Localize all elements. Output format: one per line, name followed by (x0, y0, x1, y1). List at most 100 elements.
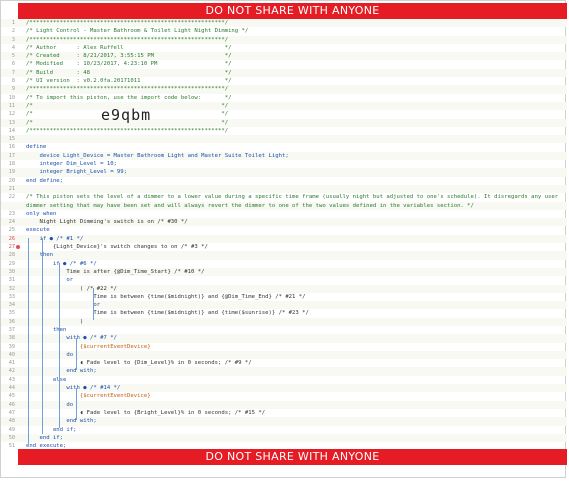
code-text: /***************************************… (26, 20, 229, 26)
code-line: 37 then (1, 326, 567, 334)
line-number: 11 (8, 102, 15, 109)
line-number: 30 (8, 268, 15, 275)
code-line: 38 with ● /* #7 */ (1, 334, 567, 343)
code-line: 28 then (1, 251, 567, 260)
code-line: 43 else (1, 376, 567, 384)
line-number: 41 (8, 360, 15, 367)
code-text: /* Modified : 10/23/2017, 4:23:10 PM */ (26, 61, 232, 68)
line-number: 46 (8, 401, 15, 408)
line-number: 24 (8, 219, 15, 226)
code-line: 25 execute (1, 226, 567, 234)
code-line: 12/* */ (1, 110, 567, 118)
code-text: /***************************************… (26, 36, 229, 43)
line-number: 2 (11, 28, 15, 35)
line-number: 47 (8, 409, 15, 416)
code-line: 33 Time is between {time($midnight)} and… (1, 293, 567, 301)
if-block-rail (42, 238, 43, 434)
line-number: 3 (11, 36, 15, 43)
line-number: 34 (8, 302, 15, 309)
code-text: /* UI version : v0.2.0fa.20171011 */ (26, 78, 232, 85)
code-line: 27 {Light_Device}'s switch changes to on… (1, 243, 567, 251)
execute-block-rail (28, 238, 29, 444)
code-text: /* This piston sets the level of a dimme… (26, 194, 559, 201)
warning-banner-top: DO NOT SHARE WITH ANYONE (18, 3, 567, 19)
code-text: Time is between {time($midnight)} and {t… (26, 310, 309, 317)
line-number: 4 (11, 44, 15, 51)
code-text: only when (26, 210, 57, 217)
line-number: 42 (8, 368, 15, 375)
line-number: 13 (8, 119, 15, 126)
code-text: or (26, 302, 101, 309)
code-text: end with; (26, 368, 97, 375)
code-line: 6 /* Modified : 10/23/2017, 4:23:10 PM */ (1, 60, 567, 68)
line-number: 44 (8, 385, 15, 392)
code-text: {$currentEventDevice} (26, 393, 151, 400)
code-text: {Light_Device}'s switch changes to on /*… (26, 244, 208, 251)
code-text: integer Dim_Level = 10; (26, 161, 117, 168)
code-line: 32 ( /* #22 */ (1, 284, 567, 293)
line-number: 8 (11, 78, 15, 85)
code-line: 48 end with; (1, 417, 567, 426)
code-text: if ● /* #1 */ (26, 235, 84, 242)
code-text: then (26, 252, 53, 259)
line-number: 26 (8, 235, 15, 242)
code-line: 30 Time is after {@Dim_Time_Start} /* #1… (1, 267, 567, 277)
code-line: 21 (1, 184, 567, 194)
code-line: 39 {$currentEventDevice} (1, 343, 567, 351)
line-number: 45 (8, 393, 15, 400)
with-block-rail-1 (76, 338, 77, 370)
code-line: 5 /* Created : 8/21/2017, 3:55:15 PM */ (1, 52, 567, 61)
line-number: 33 (8, 293, 15, 300)
code-text: end if; (26, 426, 77, 433)
code-line: 50 end if; (1, 433, 567, 443)
nested-if-rail (59, 263, 60, 428)
line-number: 9 (11, 86, 15, 93)
line-number: 38 (8, 335, 15, 342)
code-line: 4 /* Author : Alex Ruffell */ (1, 44, 567, 52)
line-number: 17 (8, 152, 15, 159)
code-text: then (26, 326, 67, 333)
line-number: 39 (8, 343, 15, 350)
line-number: 1 (11, 20, 15, 26)
code-line: 23 only when (1, 210, 567, 218)
trigger-marker-icon (16, 245, 20, 250)
line-number: 50 (8, 434, 15, 441)
line-number: 5 (11, 53, 15, 60)
code-line: 2 /* Light Control - Master Bathroom & To… (1, 27, 567, 35)
code-line: 45 {$currentEventDevice} (1, 392, 567, 400)
code-line: 16 define (1, 143, 567, 151)
line-number: 6 (11, 61, 15, 68)
code-line: 1 /**************************************… (1, 19, 567, 28)
line-number: 19 (8, 169, 15, 176)
code-listing: 1 /**************************************… (1, 19, 567, 450)
code-line: 10 /* To import this piston, use the impo… (1, 94, 567, 102)
with-block-rail-2 (76, 388, 77, 420)
code-text: end with; (26, 418, 97, 425)
code-text: with ● /* #7 */ (26, 335, 117, 342)
line-number: 14 (8, 127, 15, 134)
code-text: if ● /* #6 */ (26, 260, 97, 267)
code-line: 42 end with; (1, 367, 567, 376)
line-number: 37 (8, 326, 15, 333)
code-text: /* Author : Alex Ruffell */ (26, 44, 232, 51)
line-number: 36 (8, 318, 15, 325)
code-text: end if; (26, 434, 64, 441)
code-line: 15 (1, 135, 567, 144)
code-line: 3 /**************************************… (1, 35, 567, 44)
code-text: ) (26, 318, 84, 325)
line-number: 7 (11, 69, 15, 76)
code-text: Night Light Dimming's switch is on /* #3… (26, 219, 188, 226)
code-text: /* To import this piston, use the import… (26, 94, 232, 101)
code-text: integer Bright_Level = 99; (26, 169, 128, 176)
code-line: 11/* */ (1, 101, 567, 111)
line-number: 27 (8, 244, 15, 251)
import-code: e9qbm (101, 106, 152, 124)
line-number: 48 (8, 418, 15, 425)
line-number: 51 (8, 443, 15, 450)
line-number: 43 (8, 376, 15, 383)
code-line: 34 or (1, 301, 567, 310)
line-number: 25 (8, 227, 15, 234)
line-number: 20 (8, 177, 15, 184)
line-number: 29 (8, 260, 15, 267)
code-line: 36 ) (1, 317, 567, 326)
